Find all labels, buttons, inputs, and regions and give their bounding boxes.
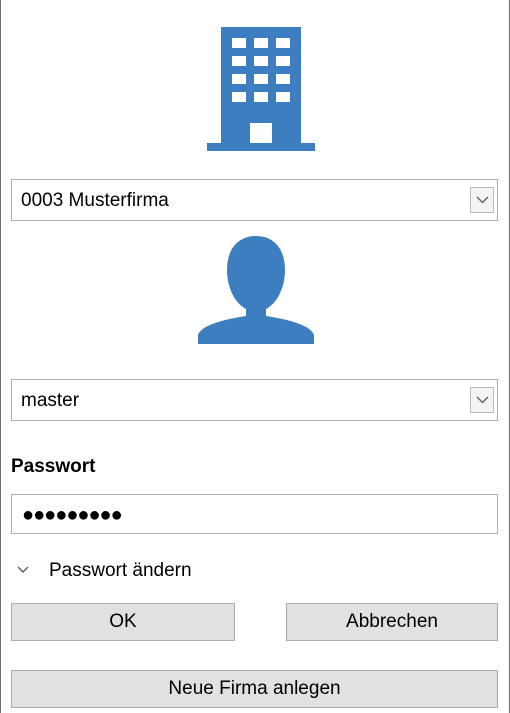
user-select-dropdown-button[interactable] <box>470 387 494 413</box>
password-label: Passwort <box>11 456 96 477</box>
login-window: 0003 Musterfirma master Passwort ●●●●●●●… <box>0 0 510 713</box>
ok-button[interactable]: OK <box>11 603 235 641</box>
company-select-value: 0003 Musterfirma <box>21 190 169 211</box>
user-silhouette-icon <box>197 234 315 344</box>
company-select[interactable]: 0003 Musterfirma <box>11 179 498 221</box>
new-company-button[interactable]: Neue Firma anlegen <box>11 670 498 708</box>
chevron-down-icon <box>476 196 489 204</box>
chevron-down-icon <box>17 566 29 573</box>
password-field[interactable]: ●●●●●●●●● <box>11 494 498 534</box>
building-icon <box>207 27 315 151</box>
company-select-dropdown-button[interactable] <box>470 187 494 213</box>
cancel-button[interactable]: Abbrechen <box>286 603 498 641</box>
chevron-down-icon <box>476 396 489 404</box>
change-password-label: Passwort ändern <box>49 560 192 581</box>
password-field-value: ●●●●●●●●● <box>22 504 123 526</box>
user-select[interactable]: master <box>11 379 498 421</box>
user-select-value: master <box>21 390 80 411</box>
